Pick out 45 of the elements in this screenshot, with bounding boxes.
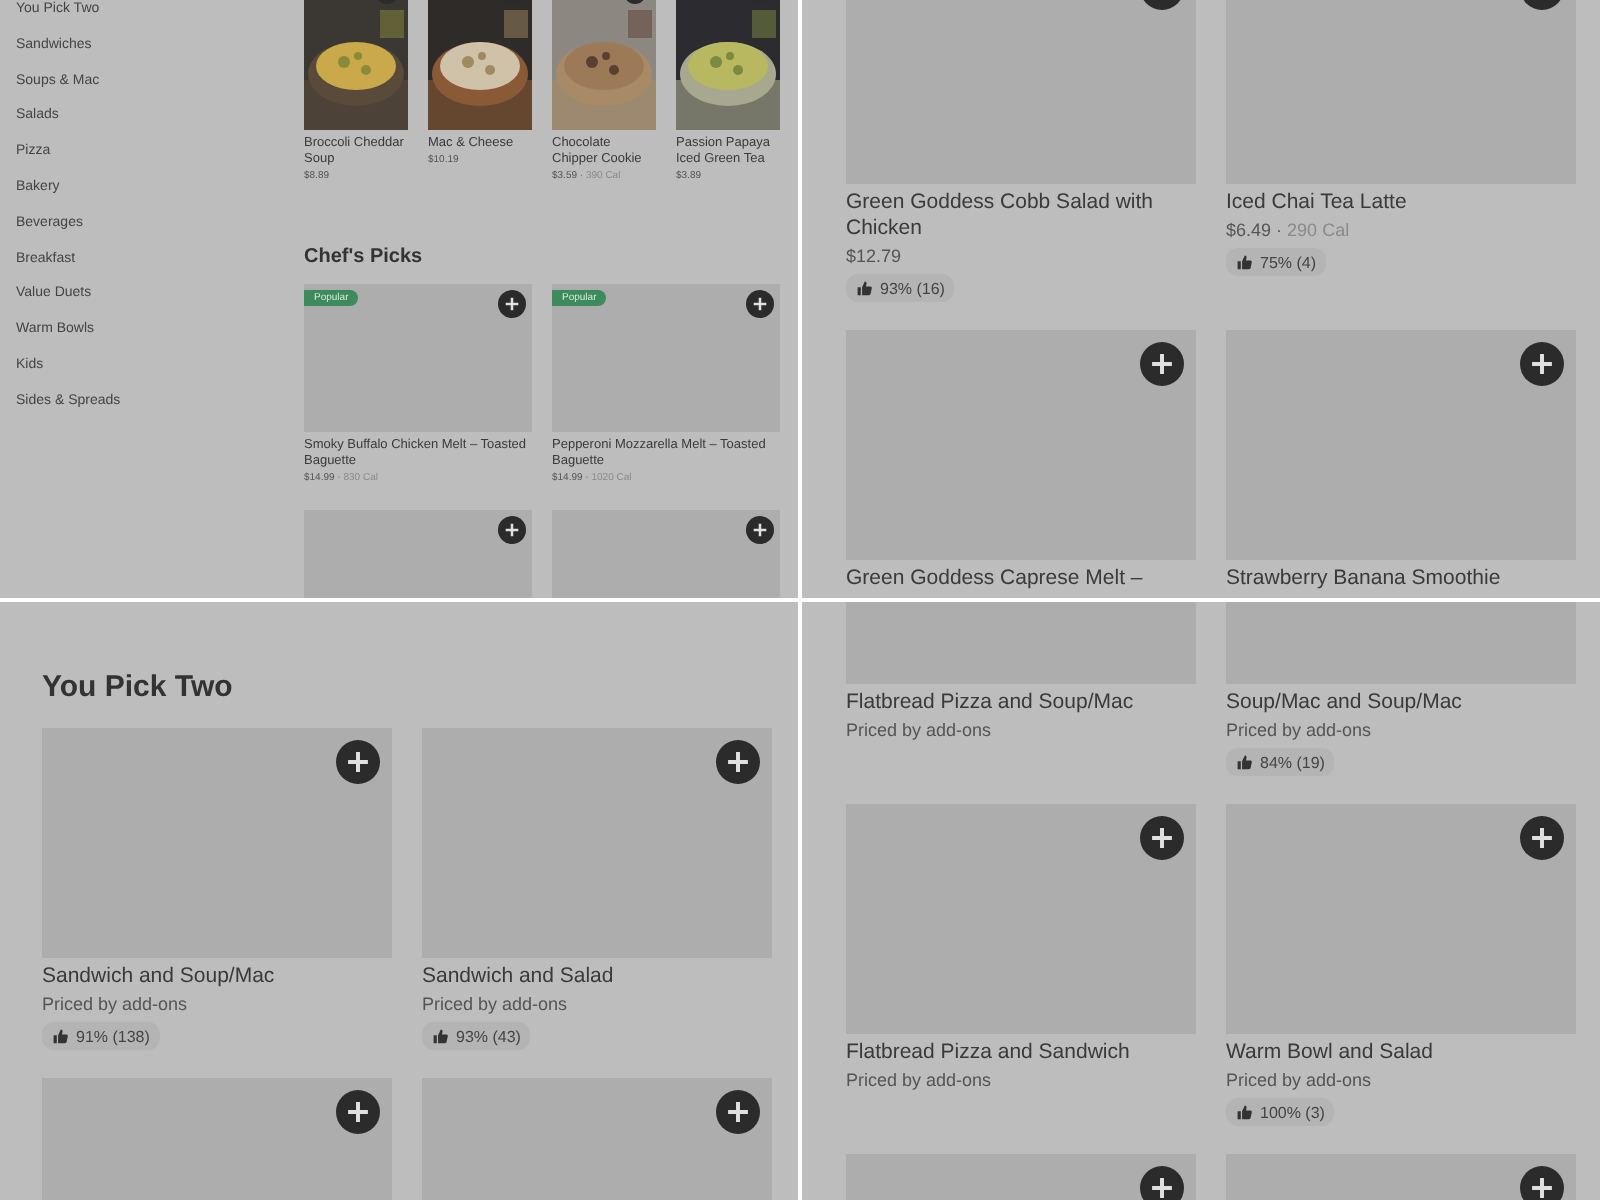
rating-badge: 93% (43) [422,1022,531,1050]
item-subtitle: Priced by add-ons [1226,1068,1372,1094]
rating-badge: 93% (16) [846,274,955,302]
item-title: Iced Chai Tea Latte [1226,190,1407,216]
thumbs-up-icon [1236,754,1252,770]
item-subtitle: Priced by add-ons [42,992,188,1018]
item-title: Sandwich and Soup/Mac [42,964,275,990]
rating-badge: 91% (138) [42,1022,160,1050]
item-title: Green Goddess Cobb Salad with Chicken [846,190,1156,242]
item-title: Soup/Mac and Soup/Mac [1226,690,1462,716]
item-title: Green Goddess Caprese Melt – [846,566,1143,592]
section-heading: You Pick Two [42,670,235,704]
item-subtitle: Priced by add-ons [846,718,992,744]
add-button[interactable] [1140,1166,1184,1200]
add-button[interactable] [1520,816,1564,860]
add-button[interactable] [716,740,760,784]
add-button[interactable] [498,290,526,318]
add-button[interactable] [1520,1166,1564,1200]
rating-badge: 100% (3) [1226,1098,1335,1126]
thumbs-up-icon [432,1028,448,1044]
thumbs-up-icon [1236,254,1252,270]
add-button[interactable] [716,1090,760,1134]
add-button[interactable] [1140,816,1184,860]
add-button[interactable] [746,290,774,318]
item-subtitle: Priced by add-ons [846,1068,992,1094]
item-title: Sandwich and Salad [422,964,614,990]
item-title: Flatbread Pizza and Sandwich [846,1040,1130,1066]
item-subtitle: Priced by add-ons [422,992,568,1018]
add-button[interactable] [1140,342,1184,386]
thumbs-up-icon [52,1028,68,1044]
item-title: Warm Bowl and Salad [1226,1040,1433,1066]
item-title: Strawberry Banana Smoothie [1226,566,1501,592]
item-subtitle: Priced by add-ons [1226,718,1372,744]
thumbs-up-icon [1236,1104,1252,1120]
add-button[interactable] [1520,342,1564,386]
item-price: $12.79 [846,244,902,270]
rating-badge: 84% (19) [1226,748,1335,776]
add-button[interactable] [498,516,526,544]
item-title: Flatbread Pizza and Soup/Mac [846,690,1134,716]
add-button[interactable] [746,516,774,544]
add-button[interactable] [336,1090,380,1134]
thumbs-up-icon [856,280,872,296]
add-button[interactable] [336,740,380,784]
rating-badge: 75% (4) [1226,248,1327,276]
section-heading: Chef's Picks [304,246,425,268]
